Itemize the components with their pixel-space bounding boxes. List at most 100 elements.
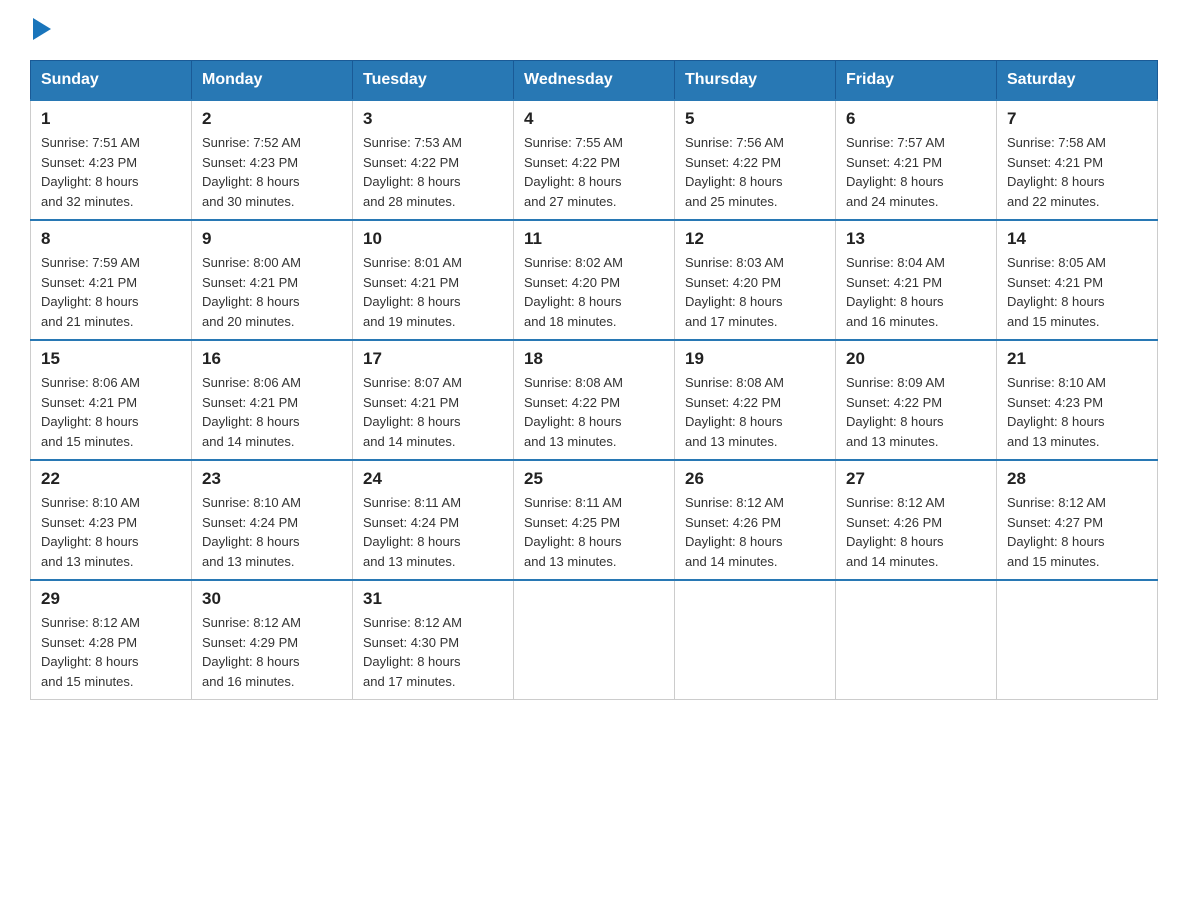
day-number: 9	[202, 229, 342, 249]
calendar-cell: 7 Sunrise: 7:58 AM Sunset: 4:21 PM Dayli…	[997, 100, 1158, 220]
day-info: Sunrise: 7:52 AM Sunset: 4:23 PM Dayligh…	[202, 133, 342, 211]
week-row-4: 22 Sunrise: 8:10 AM Sunset: 4:23 PM Dayl…	[31, 460, 1158, 580]
day-info: Sunrise: 7:58 AM Sunset: 4:21 PM Dayligh…	[1007, 133, 1147, 211]
calendar-cell: 3 Sunrise: 7:53 AM Sunset: 4:22 PM Dayli…	[353, 100, 514, 220]
logo-triangle-icon	[33, 18, 51, 40]
day-number: 25	[524, 469, 664, 489]
header-row: SundayMondayTuesdayWednesdayThursdayFrid…	[31, 61, 1158, 101]
day-number: 27	[846, 469, 986, 489]
day-info: Sunrise: 7:55 AM Sunset: 4:22 PM Dayligh…	[524, 133, 664, 211]
day-info: Sunrise: 8:11 AM Sunset: 4:25 PM Dayligh…	[524, 493, 664, 571]
day-info: Sunrise: 8:12 AM Sunset: 4:28 PM Dayligh…	[41, 613, 181, 691]
calendar-cell: 13 Sunrise: 8:04 AM Sunset: 4:21 PM Dayl…	[836, 220, 997, 340]
header-cell-thursday: Thursday	[675, 61, 836, 101]
calendar-cell: 1 Sunrise: 7:51 AM Sunset: 4:23 PM Dayli…	[31, 100, 192, 220]
calendar-cell: 6 Sunrise: 7:57 AM Sunset: 4:21 PM Dayli…	[836, 100, 997, 220]
day-info: Sunrise: 7:53 AM Sunset: 4:22 PM Dayligh…	[363, 133, 503, 211]
calendar-cell: 24 Sunrise: 8:11 AM Sunset: 4:24 PM Dayl…	[353, 460, 514, 580]
day-number: 17	[363, 349, 503, 369]
calendar-cell: 21 Sunrise: 8:10 AM Sunset: 4:23 PM Dayl…	[997, 340, 1158, 460]
day-info: Sunrise: 8:12 AM Sunset: 4:27 PM Dayligh…	[1007, 493, 1147, 571]
calendar-cell: 4 Sunrise: 7:55 AM Sunset: 4:22 PM Dayli…	[514, 100, 675, 220]
calendar-cell: 30 Sunrise: 8:12 AM Sunset: 4:29 PM Dayl…	[192, 580, 353, 700]
day-info: Sunrise: 8:10 AM Sunset: 4:24 PM Dayligh…	[202, 493, 342, 571]
day-number: 20	[846, 349, 986, 369]
calendar-cell: 5 Sunrise: 7:56 AM Sunset: 4:22 PM Dayli…	[675, 100, 836, 220]
day-number: 21	[1007, 349, 1147, 369]
logo	[30, 20, 51, 40]
day-info: Sunrise: 7:57 AM Sunset: 4:21 PM Dayligh…	[846, 133, 986, 211]
day-info: Sunrise: 8:04 AM Sunset: 4:21 PM Dayligh…	[846, 253, 986, 331]
day-info: Sunrise: 8:10 AM Sunset: 4:23 PM Dayligh…	[1007, 373, 1147, 451]
header-cell-monday: Monday	[192, 61, 353, 101]
header-cell-wednesday: Wednesday	[514, 61, 675, 101]
calendar-cell: 18 Sunrise: 8:08 AM Sunset: 4:22 PM Dayl…	[514, 340, 675, 460]
calendar-cell: 12 Sunrise: 8:03 AM Sunset: 4:20 PM Dayl…	[675, 220, 836, 340]
calendar-cell: 15 Sunrise: 8:06 AM Sunset: 4:21 PM Dayl…	[31, 340, 192, 460]
day-number: 28	[1007, 469, 1147, 489]
calendar-cell: 19 Sunrise: 8:08 AM Sunset: 4:22 PM Dayl…	[675, 340, 836, 460]
day-info: Sunrise: 8:06 AM Sunset: 4:21 PM Dayligh…	[41, 373, 181, 451]
day-number: 24	[363, 469, 503, 489]
calendar-cell: 28 Sunrise: 8:12 AM Sunset: 4:27 PM Dayl…	[997, 460, 1158, 580]
calendar-cell: 11 Sunrise: 8:02 AM Sunset: 4:20 PM Dayl…	[514, 220, 675, 340]
calendar-cell	[836, 580, 997, 700]
header-cell-sunday: Sunday	[31, 61, 192, 101]
day-info: Sunrise: 8:10 AM Sunset: 4:23 PM Dayligh…	[41, 493, 181, 571]
calendar-table: SundayMondayTuesdayWednesdayThursdayFrid…	[30, 60, 1158, 700]
day-info: Sunrise: 8:05 AM Sunset: 4:21 PM Dayligh…	[1007, 253, 1147, 331]
day-number: 15	[41, 349, 181, 369]
day-number: 8	[41, 229, 181, 249]
calendar-cell: 14 Sunrise: 8:05 AM Sunset: 4:21 PM Dayl…	[997, 220, 1158, 340]
day-info: Sunrise: 8:12 AM Sunset: 4:26 PM Dayligh…	[685, 493, 825, 571]
day-number: 26	[685, 469, 825, 489]
calendar-cell	[514, 580, 675, 700]
day-number: 31	[363, 589, 503, 609]
calendar-header: SundayMondayTuesdayWednesdayThursdayFrid…	[31, 61, 1158, 101]
header-cell-tuesday: Tuesday	[353, 61, 514, 101]
day-info: Sunrise: 8:12 AM Sunset: 4:30 PM Dayligh…	[363, 613, 503, 691]
calendar-cell: 27 Sunrise: 8:12 AM Sunset: 4:26 PM Dayl…	[836, 460, 997, 580]
calendar-cell: 26 Sunrise: 8:12 AM Sunset: 4:26 PM Dayl…	[675, 460, 836, 580]
day-info: Sunrise: 7:56 AM Sunset: 4:22 PM Dayligh…	[685, 133, 825, 211]
day-number: 19	[685, 349, 825, 369]
header-cell-friday: Friday	[836, 61, 997, 101]
calendar-cell	[675, 580, 836, 700]
week-row-2: 8 Sunrise: 7:59 AM Sunset: 4:21 PM Dayli…	[31, 220, 1158, 340]
calendar-cell: 10 Sunrise: 8:01 AM Sunset: 4:21 PM Dayl…	[353, 220, 514, 340]
calendar-cell: 23 Sunrise: 8:10 AM Sunset: 4:24 PM Dayl…	[192, 460, 353, 580]
calendar-cell	[997, 580, 1158, 700]
day-number: 7	[1007, 109, 1147, 129]
week-row-5: 29 Sunrise: 8:12 AM Sunset: 4:28 PM Dayl…	[31, 580, 1158, 700]
calendar-cell: 31 Sunrise: 8:12 AM Sunset: 4:30 PM Dayl…	[353, 580, 514, 700]
day-number: 14	[1007, 229, 1147, 249]
day-info: Sunrise: 8:08 AM Sunset: 4:22 PM Dayligh…	[524, 373, 664, 451]
calendar-cell: 20 Sunrise: 8:09 AM Sunset: 4:22 PM Dayl…	[836, 340, 997, 460]
calendar-body: 1 Sunrise: 7:51 AM Sunset: 4:23 PM Dayli…	[31, 100, 1158, 700]
day-info: Sunrise: 8:12 AM Sunset: 4:29 PM Dayligh…	[202, 613, 342, 691]
day-info: Sunrise: 8:01 AM Sunset: 4:21 PM Dayligh…	[363, 253, 503, 331]
week-row-1: 1 Sunrise: 7:51 AM Sunset: 4:23 PM Dayli…	[31, 100, 1158, 220]
day-info: Sunrise: 8:11 AM Sunset: 4:24 PM Dayligh…	[363, 493, 503, 571]
calendar-cell: 22 Sunrise: 8:10 AM Sunset: 4:23 PM Dayl…	[31, 460, 192, 580]
day-info: Sunrise: 8:06 AM Sunset: 4:21 PM Dayligh…	[202, 373, 342, 451]
calendar-cell: 25 Sunrise: 8:11 AM Sunset: 4:25 PM Dayl…	[514, 460, 675, 580]
day-number: 11	[524, 229, 664, 249]
week-row-3: 15 Sunrise: 8:06 AM Sunset: 4:21 PM Dayl…	[31, 340, 1158, 460]
day-number: 22	[41, 469, 181, 489]
day-number: 18	[524, 349, 664, 369]
day-info: Sunrise: 7:51 AM Sunset: 4:23 PM Dayligh…	[41, 133, 181, 211]
day-number: 2	[202, 109, 342, 129]
day-number: 13	[846, 229, 986, 249]
day-number: 10	[363, 229, 503, 249]
day-info: Sunrise: 8:08 AM Sunset: 4:22 PM Dayligh…	[685, 373, 825, 451]
day-number: 30	[202, 589, 342, 609]
day-number: 6	[846, 109, 986, 129]
day-info: Sunrise: 8:02 AM Sunset: 4:20 PM Dayligh…	[524, 253, 664, 331]
day-number: 3	[363, 109, 503, 129]
calendar-cell: 9 Sunrise: 8:00 AM Sunset: 4:21 PM Dayli…	[192, 220, 353, 340]
calendar-cell: 17 Sunrise: 8:07 AM Sunset: 4:21 PM Dayl…	[353, 340, 514, 460]
day-number: 5	[685, 109, 825, 129]
day-number: 29	[41, 589, 181, 609]
day-info: Sunrise: 8:00 AM Sunset: 4:21 PM Dayligh…	[202, 253, 342, 331]
